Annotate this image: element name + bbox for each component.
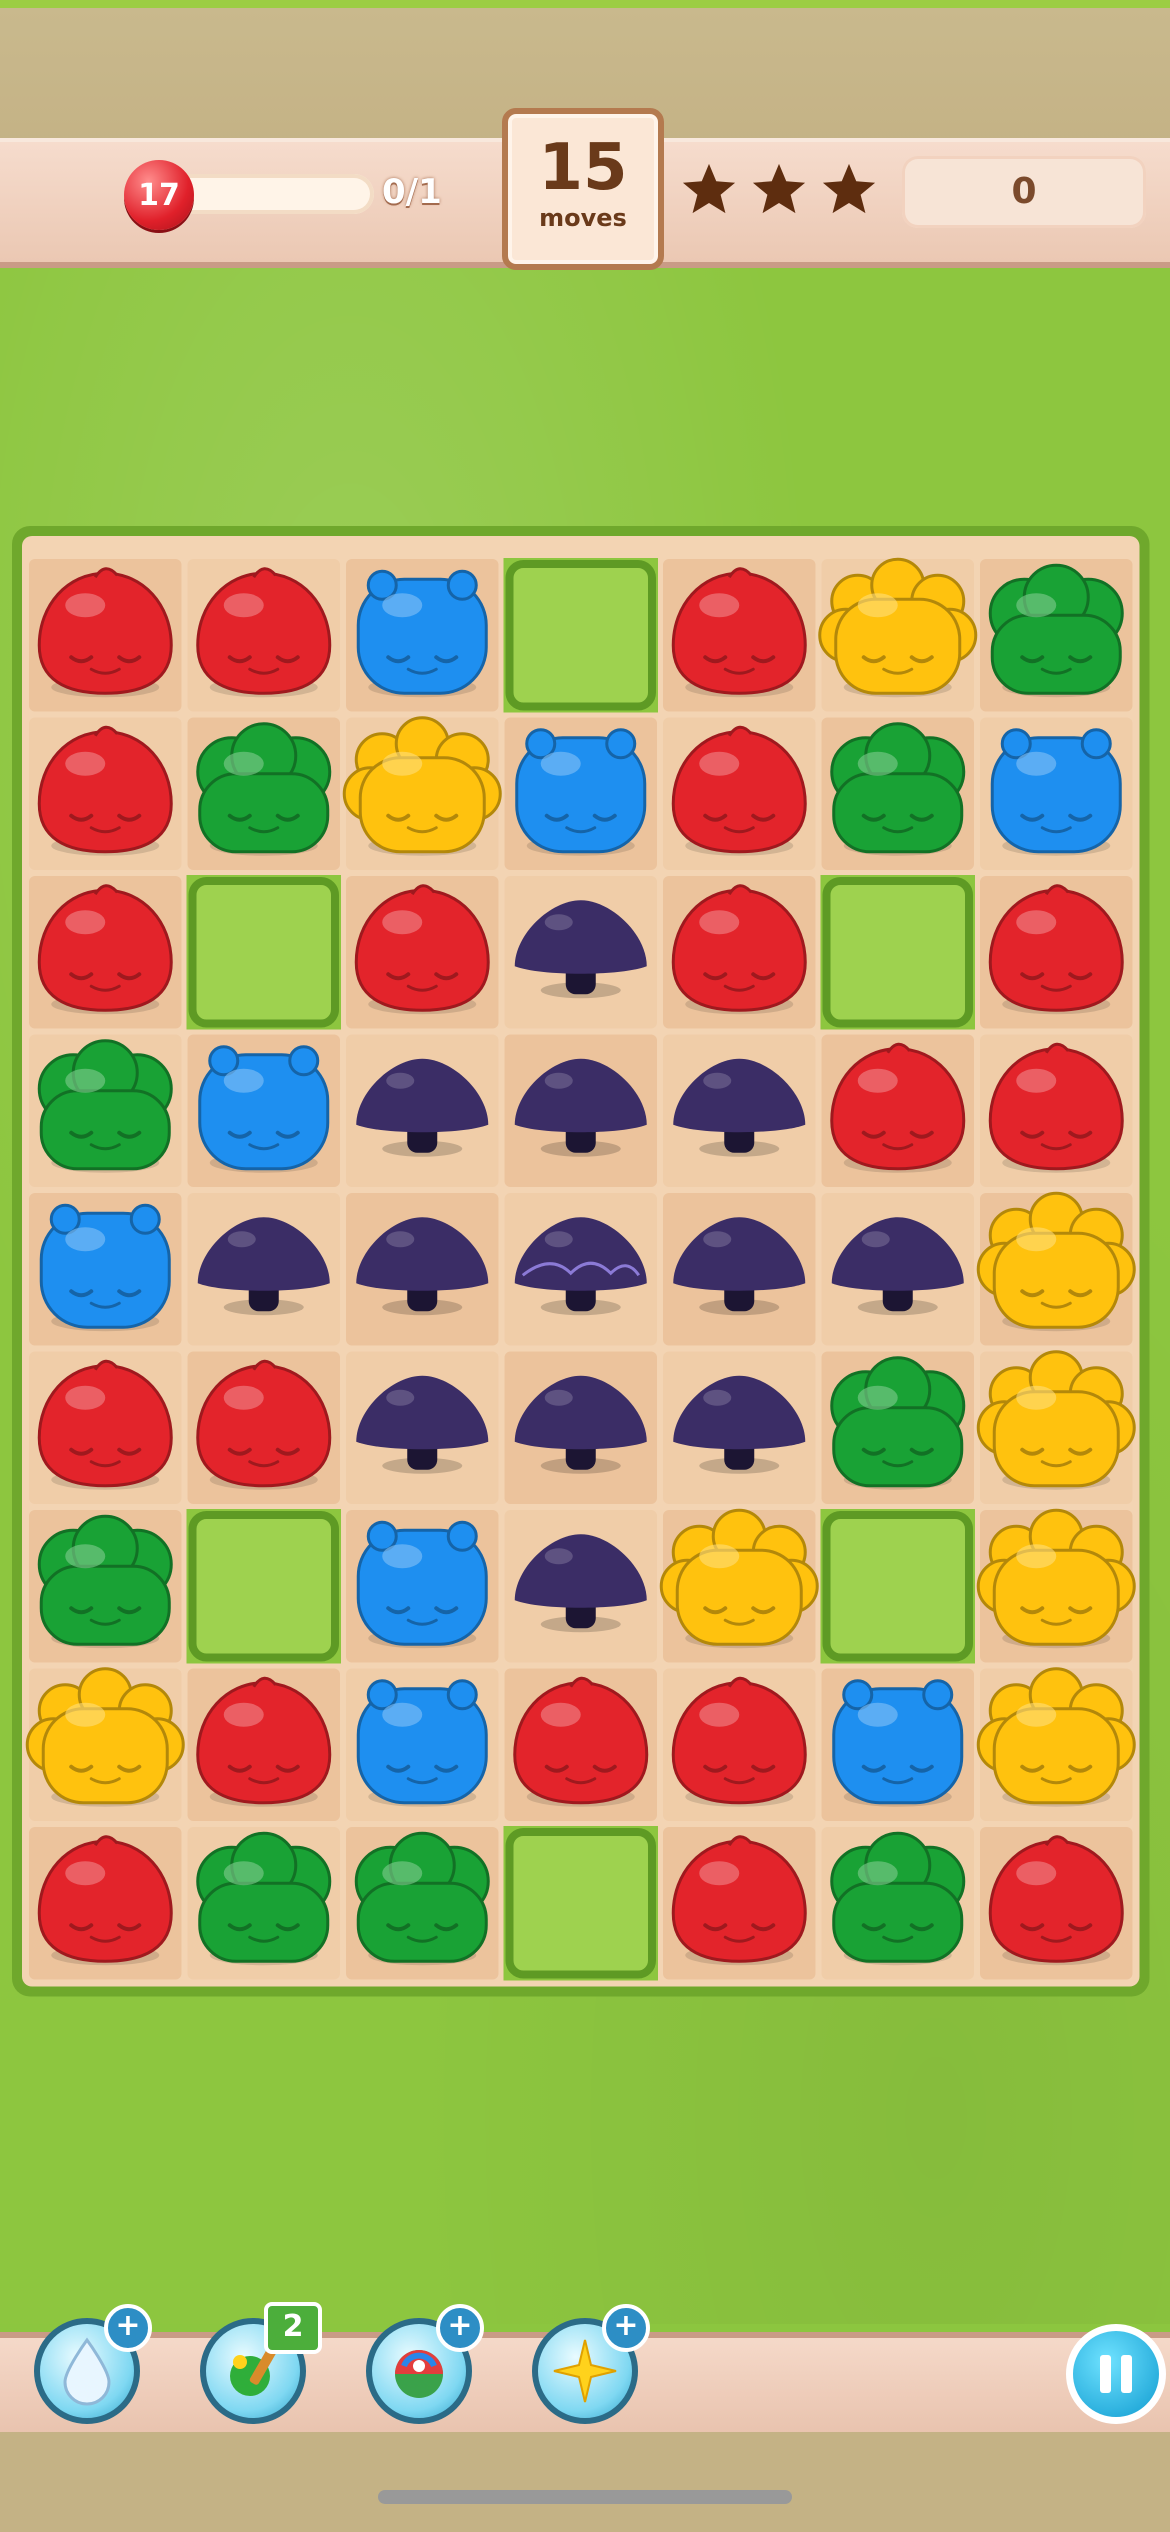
yellow-jelly[interactable]: [976, 1191, 1136, 1346]
moves-label: moves: [539, 204, 627, 232]
blue-jelly[interactable]: [187, 1034, 341, 1188]
red-jelly[interactable]: [663, 1827, 816, 1980]
green-jelly[interactable]: [980, 559, 1133, 712]
blue-jelly[interactable]: [346, 1668, 499, 1822]
mushroom-piece[interactable]: [504, 1034, 658, 1188]
red-jelly[interactable]: [504, 1668, 658, 1822]
red-jelly[interactable]: [663, 1668, 816, 1822]
yellow-jelly[interactable]: [976, 1350, 1136, 1505]
green-jelly[interactable]: [187, 717, 341, 871]
mushroom-piece[interactable]: [504, 1351, 658, 1505]
hedge-block: [186, 875, 341, 1030]
green-jelly[interactable]: [821, 1351, 975, 1505]
yellow-jelly[interactable]: [976, 1667, 1136, 1822]
booster-count-badge: 2: [264, 2302, 322, 2354]
blue-jelly[interactable]: [980, 717, 1133, 871]
mushroom-piece[interactable]: [821, 1193, 975, 1346]
mushroom-piece[interactable]: [663, 1193, 816, 1346]
blue-jelly[interactable]: [821, 1668, 975, 1822]
red-jelly[interactable]: [29, 1827, 182, 1980]
red-jelly[interactable]: [980, 1034, 1133, 1188]
mushroom-piece[interactable]: [504, 1193, 658, 1346]
red-jelly[interactable]: [980, 1827, 1133, 1980]
mushroom-piece[interactable]: [663, 1034, 816, 1188]
red-jelly[interactable]: [346, 876, 499, 1029]
red-jelly[interactable]: [29, 1351, 182, 1505]
green-jelly[interactable]: [29, 1034, 182, 1188]
yellow-jelly[interactable]: [342, 716, 502, 871]
green-jelly[interactable]: [821, 717, 975, 871]
pause-icon: [1100, 2355, 1111, 2393]
yellow-jelly[interactable]: [25, 1667, 185, 1822]
red-jelly[interactable]: [29, 717, 182, 871]
star-icon: [752, 163, 806, 214]
yellow-jelly[interactable]: [659, 1508, 819, 1663]
bottom-border: [0, 2432, 1170, 2532]
blue-jelly[interactable]: [29, 1193, 182, 1346]
green-jelly[interactable]: [187, 1827, 341, 1980]
score-display: 0: [902, 156, 1146, 228]
star-icon: [822, 163, 876, 214]
green-jelly[interactable]: [346, 1827, 499, 1980]
mushroom-piece[interactable]: [504, 1510, 658, 1663]
yellow-jelly[interactable]: [818, 557, 978, 712]
mushroom-piece[interactable]: [346, 1034, 499, 1188]
star-rating: [680, 160, 878, 218]
heart-icon: 17: [124, 160, 194, 230]
red-jelly[interactable]: [187, 559, 341, 712]
mushroom-piece[interactable]: [504, 876, 658, 1029]
moves-value: 15: [538, 131, 628, 205]
home-indicator[interactable]: [378, 2490, 792, 2504]
add-booster-button[interactable]: +: [104, 2304, 152, 2352]
sparkle-star-booster-button[interactable]: +: [532, 2304, 650, 2424]
life-progress-text: 0/1: [382, 172, 442, 212]
hedge-block: [820, 875, 975, 1030]
mushroom-piece[interactable]: [346, 1351, 499, 1505]
pause-icon: [1121, 2355, 1132, 2393]
red-jelly[interactable]: [187, 1351, 341, 1505]
blue-jelly[interactable]: [346, 1510, 499, 1663]
hedge-block: [503, 1826, 658, 1981]
red-jelly[interactable]: [187, 1668, 341, 1822]
blue-jelly[interactable]: [504, 717, 658, 871]
star-icon: [682, 163, 736, 214]
hedge-block: [186, 1509, 341, 1664]
moves-counter: 15 moves: [502, 108, 664, 270]
green-jelly[interactable]: [29, 1510, 182, 1663]
water-drop-booster-button[interactable]: +: [34, 2304, 152, 2424]
game-board: [12, 526, 1150, 1997]
hedge-block: [503, 558, 658, 713]
add-booster-button[interactable]: +: [602, 2304, 650, 2352]
blue-jelly[interactable]: [346, 559, 499, 712]
yellow-jelly[interactable]: [976, 1508, 1136, 1663]
pause-button[interactable]: [1066, 2324, 1166, 2424]
red-jelly[interactable]: [663, 559, 816, 712]
red-jelly[interactable]: [663, 876, 816, 1029]
add-booster-button[interactable]: +: [436, 2304, 484, 2352]
red-jelly[interactable]: [29, 559, 182, 712]
rainbow-ball-booster-button[interactable]: +: [366, 2304, 484, 2424]
red-jelly[interactable]: [29, 876, 182, 1029]
mushroom-piece[interactable]: [663, 1351, 816, 1505]
lives-count: 17: [138, 177, 180, 213]
red-jelly[interactable]: [980, 876, 1133, 1029]
paint-brush-booster-button[interactable]: 2: [200, 2302, 322, 2424]
mushroom-piece[interactable]: [187, 1193, 341, 1346]
hedge-block: [820, 1509, 975, 1664]
mushroom-piece[interactable]: [346, 1193, 499, 1346]
green-jelly[interactable]: [821, 1827, 975, 1980]
red-jelly[interactable]: [821, 1034, 975, 1188]
red-jelly[interactable]: [663, 717, 816, 871]
game-screen: 17 0/1 15 moves 0 + 2 + +: [0, 0, 1170, 2532]
